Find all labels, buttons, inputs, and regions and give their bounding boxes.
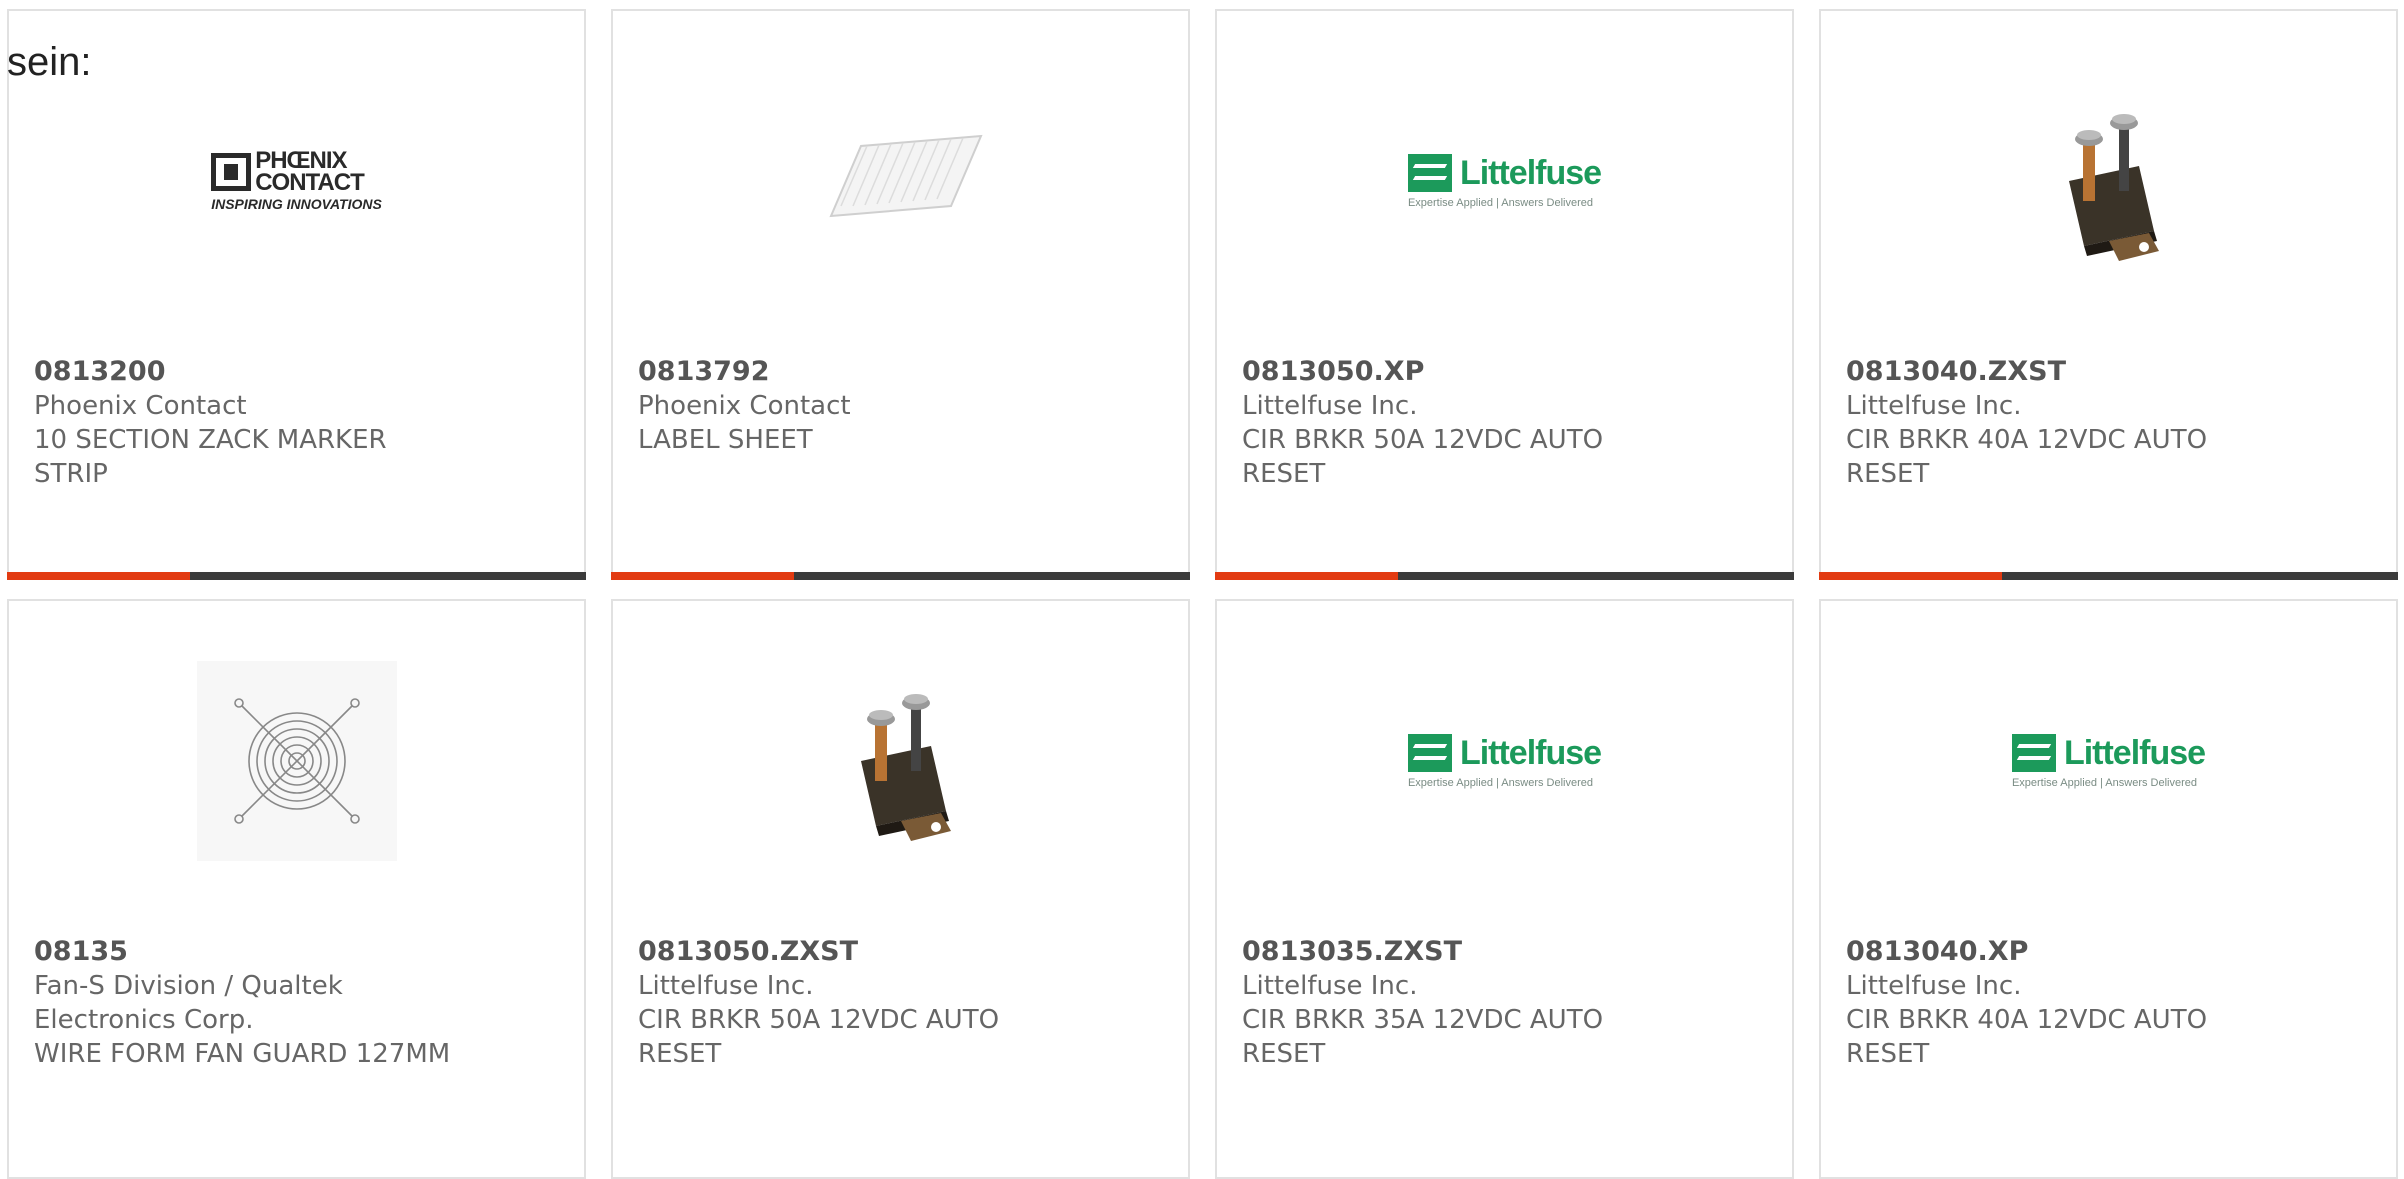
product-card[interactable]: 08135 Fan-S Division / Qualtek Electroni… (7, 599, 586, 1179)
product-image[interactable]: Littelfuse Expertise Applied | Answers D… (1217, 601, 1792, 921)
description: CIR BRKR 50A 12VDC AUTO (1242, 425, 1604, 455)
description: CIR BRKR 50A 12VDC AUTO (638, 1005, 1000, 1035)
product-info: 0813792 Phoenix Contact LABEL SHEET (638, 355, 1168, 457)
fan-guard-photo (196, 661, 397, 861)
product-image[interactable] (613, 601, 1188, 921)
littelfuse-mark-icon (2011, 734, 2056, 772)
logo-name: Littelfuse (1459, 733, 1602, 772)
product-grid: PHŒNIX CONTACT INSPIRING INNOVATIONS 081… (0, 0, 2404, 1179)
product-image[interactable] (613, 51, 1188, 311)
phoenix-contact-logo: PHŒNIX CONTACT INSPIRING INNOVATIONS (211, 149, 382, 212)
product-card[interactable]: Littelfuse Expertise Applied | Answers D… (1819, 599, 2398, 1179)
accent-bar (7, 572, 190, 580)
accent-bar (1215, 572, 1398, 580)
description: RESET (638, 1039, 722, 1069)
part-number[interactable]: 0813050.ZXST (638, 935, 1168, 969)
manufacturer: Fan-S Division / Qualtek (34, 971, 343, 1001)
product-card[interactable]: Littelfuse Expertise Applied | Answers D… (1215, 599, 1794, 1179)
description: LABEL SHEET (638, 425, 813, 455)
littelfuse-mark-icon (1407, 734, 1452, 772)
product-card[interactable]: 0813792 Phoenix Contact LABEL SHEET (611, 9, 1190, 580)
description: WIRE FORM FAN GUARD 127MM (34, 1039, 451, 1069)
product-card[interactable]: PHŒNIX CONTACT INSPIRING INNOVATIONS 081… (7, 9, 586, 580)
manufacturer: Phoenix Contact (34, 391, 247, 421)
littelfuse-mark-icon (1407, 154, 1452, 192)
manufacturer: Littelfuse Inc. (1846, 391, 2022, 421)
product-info: 0813050.ZXST Littelfuse Inc. CIR BRKR 50… (638, 935, 1168, 1071)
description: CIR BRKR 35A 12VDC AUTO (1242, 1005, 1604, 1035)
phoenix-mark-icon (211, 153, 252, 191)
description: 10 SECTION ZACK MARKER (34, 425, 387, 455)
product-info: 0813040.XP Littelfuse Inc. CIR BRKR 40A … (1846, 935, 2376, 1071)
label-sheet-photo (828, 134, 983, 218)
accent-bar (1819, 572, 2002, 580)
manufacturer: Littelfuse Inc. (1242, 971, 1418, 1001)
accent-bar (611, 572, 794, 580)
product-info: 0813200 Phoenix Contact 10 SECTION ZACK … (34, 355, 564, 491)
logo-name: Littelfuse (1459, 153, 1602, 192)
logo-tagline: Expertise Applied | Answers Delivered (1407, 776, 1593, 789)
part-number[interactable]: 0813040.XP (1846, 935, 2376, 969)
logo-tagline: Expertise Applied | Answers Delivered (1407, 196, 1593, 209)
product-info: 08135 Fan-S Division / Qualtek Electroni… (34, 935, 564, 1071)
part-number[interactable]: 0813792 (638, 355, 1168, 389)
product-card[interactable]: Littelfuse Expertise Applied | Answers D… (1215, 9, 1794, 580)
littelfuse-logo: Littelfuse Expertise Applied | Answers D… (1407, 153, 1602, 209)
product-info: 0813050.XP Littelfuse Inc. CIR BRKR 50A … (1242, 355, 1772, 491)
product-image[interactable]: Littelfuse Expertise Applied | Answers D… (1217, 51, 1792, 311)
part-number[interactable]: 0813035.ZXST (1242, 935, 1772, 969)
description: CIR BRKR 40A 12VDC AUTO (1846, 1005, 2208, 1035)
logo-tagline: Expertise Applied | Answers Delivered (2011, 776, 2197, 789)
part-number[interactable]: 0813050.XP (1242, 355, 1772, 389)
description: RESET (1846, 1039, 1930, 1069)
manufacturer: Electronics Corp. (34, 1005, 254, 1035)
description: RESET (1242, 1039, 1326, 1069)
logo-name: CONTACT (255, 169, 365, 196)
littelfuse-logo: Littelfuse Expertise Applied | Answers D… (2011, 733, 2206, 789)
product-image[interactable]: PHŒNIX CONTACT INSPIRING INNOVATIONS (9, 51, 584, 311)
product-image[interactable]: Littelfuse Expertise Applied | Answers D… (1821, 601, 2396, 921)
product-image[interactable] (1821, 51, 2396, 311)
card-footer-bar (7, 572, 586, 580)
manufacturer: Littelfuse Inc. (1242, 391, 1418, 421)
logo-tagline: INSPIRING INNOVATIONS (211, 196, 382, 212)
logo-name: Littelfuse (2063, 733, 2206, 772)
part-number[interactable]: 0813200 (34, 355, 564, 389)
manufacturer: Phoenix Contact (638, 391, 851, 421)
circuit-breaker-photo (860, 694, 951, 841)
description: STRIP (34, 459, 108, 489)
product-image[interactable] (9, 601, 584, 921)
littelfuse-logo: Littelfuse Expertise Applied | Answers D… (1407, 733, 1602, 789)
description: RESET (1242, 459, 1326, 489)
part-number[interactable]: 08135 (34, 935, 564, 969)
intro-text: sein: (7, 40, 92, 84)
card-footer-bar (611, 572, 1190, 580)
card-footer-bar (1215, 572, 1794, 580)
product-info: 0813035.ZXST Littelfuse Inc. CIR BRKR 35… (1242, 935, 1772, 1071)
manufacturer: Littelfuse Inc. (638, 971, 814, 1001)
card-footer-bar (1819, 572, 2398, 580)
product-info: 0813040.ZXST Littelfuse Inc. CIR BRKR 40… (1846, 355, 2376, 491)
part-number[interactable]: 0813040.ZXST (1846, 355, 2376, 389)
manufacturer: Littelfuse Inc. (1846, 971, 2022, 1001)
description: RESET (1846, 459, 1930, 489)
circuit-breaker-photo (2068, 114, 2159, 261)
product-card[interactable]: 0813050.ZXST Littelfuse Inc. CIR BRKR 50… (611, 599, 1190, 1179)
description: CIR BRKR 40A 12VDC AUTO (1846, 425, 2208, 455)
product-card[interactable]: 0813040.ZXST Littelfuse Inc. CIR BRKR 40… (1819, 9, 2398, 580)
